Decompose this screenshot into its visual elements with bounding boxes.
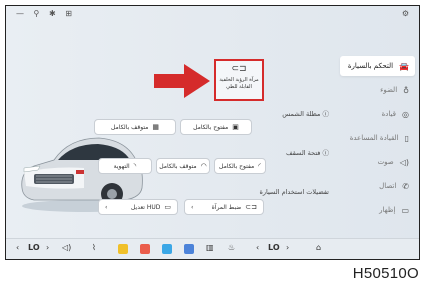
mirror-icon: ⊂⊐ (231, 64, 247, 74)
phone-app-icon[interactable] (184, 244, 194, 254)
vehicle-prefs-title: تفضيلات استخدام السيارة (259, 188, 329, 196)
sunroof-open-button[interactable]: مفتوح بالكامل ◜ (214, 158, 266, 174)
sunroof-icon: ◝ (133, 162, 137, 170)
nav-app-icon[interactable] (162, 244, 172, 254)
mirror-title-line1: مرآة الرؤية الخلفية (219, 77, 259, 83)
sidebar-item-driving[interactable]: قيادة ◎ (340, 104, 415, 124)
apps-icon[interactable] (118, 244, 128, 254)
chevron-left-icon: ‹ (191, 203, 194, 211)
sidebar-item-light[interactable]: الضوء ♁ (340, 80, 415, 100)
sidebar-item-label: إظهار (379, 206, 396, 214)
sidebar-item-label: القيادة المساعدة (349, 134, 399, 142)
temp-left-increase[interactable]: › (46, 243, 49, 252)
temp-right-decrease[interactable]: ‹ (256, 243, 259, 252)
settings-icon[interactable]: ⚙ (402, 9, 409, 18)
location-icon: ⚲ (33, 9, 40, 18)
hud-icon: ▭ (164, 203, 171, 211)
sidebar-item-display[interactable]: إظهار ▭ (340, 200, 415, 220)
wiper-icon[interactable]: ⌇ (92, 243, 96, 252)
infotainment-ui: — ⚲ ✱ ⊞ ⚙ التحكم بالسيارة 🚘 الضوء ♁ قياد… (6, 6, 419, 259)
sunroof-title: فتحة السقف ⓘ (286, 149, 329, 157)
sidebar-item-label: قيادة (381, 110, 397, 118)
sidebar-item-vehicle-control[interactable]: التحكم بالسيارة 🚘 (340, 56, 415, 76)
sunshade-open-button[interactable]: مفتوح بالكامل ▣ (180, 119, 252, 135)
figure-code: H50510O (352, 265, 419, 282)
sidebar: التحكم بالسيارة 🚘 الضوء ♁ قيادة ◎ القياد… (340, 56, 415, 224)
chevron-left-icon: ‹ (105, 203, 108, 211)
car-icon: 🚘 (399, 61, 409, 71)
sunshade-title: مظلة الشمس ⓘ (282, 110, 329, 118)
sunshade-stop-button[interactable]: متوقف بالكامل ▦ (94, 119, 176, 135)
lightbulb-icon: ♁ (403, 85, 409, 95)
sidebar-item-assisted-driving[interactable]: القيادة المساعدة ▯ (340, 128, 415, 148)
temp-left-decrease[interactable]: ‹ (16, 243, 19, 252)
speaker-icon: ◁) (399, 157, 409, 167)
sunroof-icon: ◜ (258, 162, 261, 170)
sunroof-icon: ◠ (200, 162, 207, 170)
temp-left: LO (28, 243, 40, 252)
status-icon: — (16, 9, 24, 18)
folding-mirror-tile[interactable]: ⊂⊐ مرآة الرؤية الخلفية القابلة للطي (214, 59, 264, 101)
volume-icon[interactable]: ◁) (62, 243, 71, 252)
media-icon: ⊞ (65, 9, 72, 18)
pointer-arrow (154, 64, 210, 98)
sunroof-stop-button[interactable]: متوقف بالكامل ◠ (156, 158, 210, 174)
sidebar-item-connection[interactable]: اتصال ✆ (340, 176, 415, 196)
steering-icon: ◎ (402, 109, 409, 119)
sunshade-icon: ▦ (152, 123, 159, 131)
sidebar-item-label: اتصال (379, 182, 397, 190)
sidebar-item-sound[interactable]: صوت ◁) (340, 152, 415, 172)
media-app-icon[interactable] (140, 244, 150, 254)
display-icon: ▭ (401, 205, 409, 215)
sunshade-icon: ▣ (232, 123, 239, 131)
phone-icon: ✆ (402, 181, 409, 191)
defrost-icon[interactable]: ▥ (206, 243, 214, 252)
status-bar: — ⚲ ✱ ⊞ ⚙ (16, 9, 409, 21)
assist-icon: ▯ (404, 133, 409, 143)
hud-adjust-button[interactable]: ‹ تعديل HUD ▭ (98, 199, 178, 215)
mirror-icon: ⊂⊐ (245, 203, 257, 211)
sidebar-item-label: صوت (377, 158, 394, 166)
temp-right-increase[interactable]: › (286, 243, 289, 252)
home-icon[interactable]: ⌂ (316, 243, 321, 252)
mirror-title-line2: القابلة للطي (226, 83, 252, 90)
screen-frame: — ⚲ ✱ ⊞ ⚙ التحكم بالسيارة 🚘 الضوء ♁ قياد… (5, 5, 420, 260)
sidebar-item-label: الضوء (380, 86, 398, 94)
sunroof-vent-button[interactable]: التهوية ◝ (98, 158, 152, 174)
bottom-dock: ‹ LO › ◁) ⌇ ▥ ♨ ‹ LO › ⌂ (6, 238, 419, 259)
bluetooth-icon: ✱ (48, 9, 56, 18)
mirror-adjust-button[interactable]: ‹ ضبط المرآة ⊂⊐ (184, 199, 264, 215)
temp-right: LO (268, 243, 280, 252)
sidebar-item-label: التحكم بالسيارة (347, 62, 394, 70)
seat-heat-icon[interactable]: ♨ (228, 243, 235, 252)
